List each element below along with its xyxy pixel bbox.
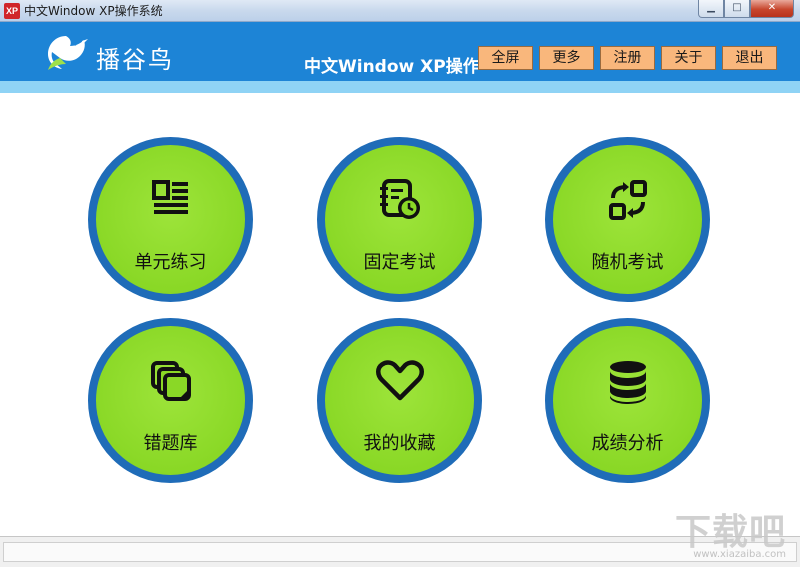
- close-button[interactable]: ✕: [750, 0, 794, 18]
- window-title: 中文Window XP操作系统: [24, 4, 163, 18]
- wrong-questions-label: 错题库: [143, 433, 198, 454]
- watermark-logo: 下载吧: [674, 512, 786, 553]
- database-icon: [609, 361, 646, 404]
- stacked-cards-icon: [150, 361, 191, 401]
- watermark-url: www.xiazaiba.com: [693, 549, 786, 560]
- logo-text: 播谷鸟: [96, 46, 174, 74]
- random-exam-label: 随机考试: [591, 252, 664, 273]
- fixed-exam-label: 固定考试: [363, 252, 436, 273]
- register-button[interactable]: 注册: [600, 46, 655, 70]
- fixed-exam-tile[interactable]: 固定考试: [317, 137, 482, 302]
- exit-button[interactable]: 退出: [722, 46, 777, 70]
- app-icon: XP: [4, 3, 20, 19]
- bird-logo-icon: [48, 36, 88, 70]
- app-title: 中文Window XP操作系统: [304, 57, 480, 77]
- favorites-label: 我的收藏: [363, 433, 436, 454]
- shuffle-icon: [608, 180, 647, 220]
- score-analysis-label: 成绩分析: [591, 433, 664, 454]
- heart-icon: [375, 360, 424, 401]
- article-icon: [151, 180, 188, 214]
- favorites-tile[interactable]: 我的收藏: [317, 318, 482, 483]
- score-analysis-tile[interactable]: 成绩分析: [545, 318, 710, 483]
- random-exam-tile[interactable]: 随机考试: [545, 137, 710, 302]
- window-controls: ▁ □ ✕: [698, 0, 794, 18]
- unit-practice-tile[interactable]: 单元练习: [88, 137, 253, 302]
- fullscreen-button[interactable]: 全屏: [478, 46, 533, 70]
- window-title-bar[interactable]: XP 中文Window XP操作系统 ▁ □ ✕: [0, 0, 800, 22]
- notebook-clock-icon: [379, 179, 420, 219]
- maximize-button[interactable]: □: [724, 0, 750, 18]
- minimize-button[interactable]: ▁: [698, 0, 724, 18]
- about-button[interactable]: 关于: [661, 46, 716, 70]
- wrong-questions-tile[interactable]: 错题库: [88, 318, 253, 483]
- header-strip: [0, 81, 800, 93]
- more-button[interactable]: 更多: [539, 46, 594, 70]
- unit-practice-label: 单元练习: [134, 252, 207, 273]
